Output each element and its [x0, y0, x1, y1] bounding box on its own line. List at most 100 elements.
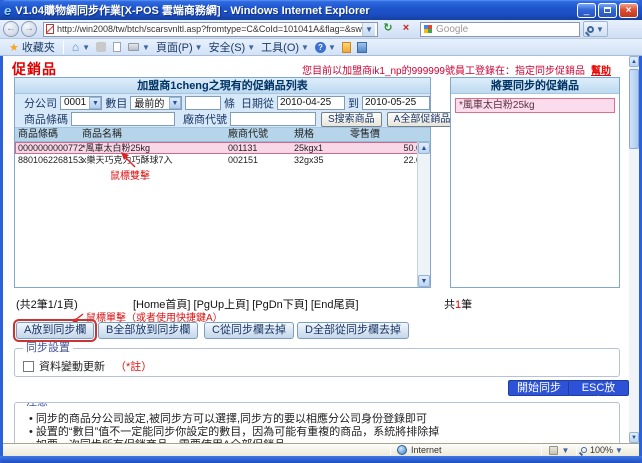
- address-bar: ← → http://win2008/tw/btch/scarsvnltl.as…: [0, 20, 642, 39]
- page-content: 促銷品 您目前以加盟商ik1_np的999999號員工登錄在：指定同步促銷品幫助…: [3, 56, 629, 443]
- notice-legend: 注意: [23, 402, 51, 409]
- read-mail-button[interactable]: [110, 40, 125, 55]
- title-bar: e V1.04購物網同步作業[X-POS 雲端商務網] - Windows In…: [0, 0, 642, 20]
- col-header-barcode: 商品條碼: [18, 128, 82, 141]
- url-field[interactable]: http://win2008/tw/btch/scarsvnltl.asp?fr…: [43, 22, 378, 37]
- data-update-checkbox[interactable]: [23, 361, 34, 372]
- scroll-down-icon[interactable]: ▼: [418, 275, 430, 287]
- count-input[interactable]: [185, 96, 221, 110]
- forward-button[interactable]: →: [21, 21, 37, 37]
- esc-cancel-button[interactable]: ESC放棄: [568, 380, 629, 396]
- settings-note: （*註）: [115, 358, 152, 374]
- search-options-caret-icon[interactable]: ▼: [596, 25, 604, 34]
- protected-mode-button[interactable]: ▼: [542, 446, 576, 455]
- sync-item[interactable]: *風車太白粉25kg: [455, 98, 615, 113]
- table-row[interactable]: 8801062268153 x樂天巧克力巧酥球7入 002151 32gx35 …: [15, 154, 430, 166]
- unit-label: 條: [224, 95, 235, 111]
- url-text[interactable]: http://win2008/tw/btch/scarsvnltl.asp?fr…: [57, 24, 362, 34]
- add-to-sync-button[interactable]: A放到同步欄: [16, 322, 94, 339]
- col-header-spec: 規格: [294, 128, 350, 141]
- date-from-label: 日期從: [241, 95, 274, 111]
- favorites-button[interactable]: ★ 收藏夾: [6, 40, 58, 55]
- cell-name: x樂天巧克力巧酥球7入: [82, 154, 228, 166]
- notice-bullet: 設置的“數目”值不一定能同步你設定的數目，因為可能有重複的商品，系統將排除掉: [29, 426, 615, 439]
- zoom-control[interactable]: 100% ▼: [577, 445, 639, 455]
- login-notice: 您目前以加盟商ik1_np的999999號員工登錄在：指定同步促銷品幫助: [302, 62, 611, 77]
- addon-icon-2: [357, 42, 367, 53]
- tools-menu[interactable]: 工具(O)▼: [258, 40, 312, 55]
- cell-vendor: 001131: [228, 142, 294, 154]
- addon-button-2[interactable]: [354, 40, 370, 55]
- search-input[interactable]: Google: [420, 22, 580, 37]
- search-button[interactable]: ▼: [583, 21, 608, 37]
- barcode-input[interactable]: [71, 112, 175, 126]
- tools-menu-label: 工具(O): [261, 39, 299, 55]
- protected-mode-icon: [549, 446, 558, 455]
- minimize-button[interactable]: _: [577, 3, 596, 18]
- count-select-caret-icon[interactable]: ▼: [169, 97, 181, 109]
- remove-all-from-sync-button[interactable]: D全部從同步欄去掉: [297, 322, 409, 339]
- sync-panel-title: 將要同步的促銷品: [451, 78, 619, 94]
- printer-icon: [128, 43, 139, 51]
- help-menu[interactable]: ?▼: [312, 40, 339, 55]
- print-button[interactable]: ▼: [125, 40, 153, 55]
- scroll-up-icon[interactable]: ▲: [418, 142, 430, 154]
- page-icon: [113, 42, 121, 52]
- notice-fieldset: 注意 同步的商品分公司設定,被同步方可以選擇,同步方的要以相應分公司身份登錄即可…: [14, 402, 620, 443]
- print-caret-icon[interactable]: ▼: [142, 43, 150, 52]
- sync-count-prefix: 共: [444, 299, 455, 311]
- addon-button-1[interactable]: [339, 40, 354, 55]
- security-zone: Internet: [391, 445, 541, 455]
- all-promos-button[interactable]: A全部促銷品: [387, 112, 458, 127]
- restore-button[interactable]: [598, 3, 617, 18]
- page-menu-caret-icon: ▼: [195, 43, 203, 52]
- zoom-caret-icon[interactable]: ▼: [615, 446, 623, 455]
- feeds-button[interactable]: [93, 40, 110, 55]
- branch-select[interactable]: 0001 ▼: [60, 96, 102, 110]
- stop-button[interactable]: ×: [398, 21, 414, 37]
- branch-select-caret-icon[interactable]: ▼: [89, 97, 101, 109]
- url-dropdown-icon[interactable]: ▼: [362, 23, 375, 36]
- addon-icon-1: [342, 42, 351, 53]
- cell-name: *風車太白粉25kg: [82, 142, 228, 154]
- search-products-button[interactable]: S搜索商品: [321, 112, 382, 127]
- favorites-label: 收藏夾: [22, 39, 55, 55]
- page-scroll-thumb[interactable]: [629, 69, 639, 149]
- page-scroll-down-icon[interactable]: ▼: [629, 432, 639, 443]
- vendor-input[interactable]: [230, 112, 316, 126]
- add-all-to-sync-button[interactable]: B全部放到同步欄: [98, 322, 198, 339]
- safety-menu[interactable]: 安全(S)▼: [206, 40, 259, 55]
- home-caret-icon[interactable]: ▼: [82, 43, 90, 52]
- table-header-row: 商品條碼 商品名稱 廠商代號 規格 零售價: [15, 128, 430, 142]
- date-to-input[interactable]: [362, 96, 430, 110]
- back-button[interactable]: ←: [3, 21, 19, 37]
- annotation-arrow-icon: [115, 149, 141, 169]
- date-from-input[interactable]: [277, 96, 345, 110]
- count-value: 最前的: [131, 95, 169, 110]
- start-sync-button[interactable]: 開始同步: [508, 380, 570, 396]
- page-scroll-up-icon[interactable]: ▲: [629, 56, 639, 67]
- restore-icon: [604, 7, 611, 13]
- page-menu-label: 頁面(P): [156, 39, 193, 55]
- help-link[interactable]: 幫助: [591, 66, 611, 77]
- cell-spec: 25kgx1: [294, 142, 350, 154]
- zone-label: Internet: [411, 445, 442, 455]
- page-menu[interactable]: 頁面(P)▼: [153, 40, 206, 55]
- home-button[interactable]: ⌂▼: [69, 40, 93, 55]
- toolbar-separator: [63, 41, 64, 54]
- date-to-label: 到: [348, 95, 359, 111]
- table-row[interactable]: 0000000000772 *風車太白粉25kg 001131 25kgx1 5…: [15, 142, 430, 154]
- count-select[interactable]: 最前的 ▼: [130, 96, 182, 110]
- remove-from-sync-button[interactable]: C從同步欄去掉: [204, 322, 294, 339]
- page-scrollbar[interactable]: ▲ ▼: [629, 56, 639, 443]
- close-button[interactable]: ×: [619, 3, 638, 18]
- list-scrollbar[interactable]: ▲ ▼: [417, 142, 430, 287]
- sync-count: 共1筆: [444, 296, 472, 312]
- refresh-button[interactable]: ↻: [380, 21, 396, 37]
- search-placeholder[interactable]: Google: [436, 24, 468, 35]
- col-header-name: 商品名稱: [82, 128, 228, 141]
- safety-menu-label: 安全(S): [209, 39, 246, 55]
- vendor-label: 廠商代號: [183, 111, 227, 127]
- zoom-level: 100%: [590, 445, 613, 455]
- favorites-star-icon: ★: [9, 41, 19, 54]
